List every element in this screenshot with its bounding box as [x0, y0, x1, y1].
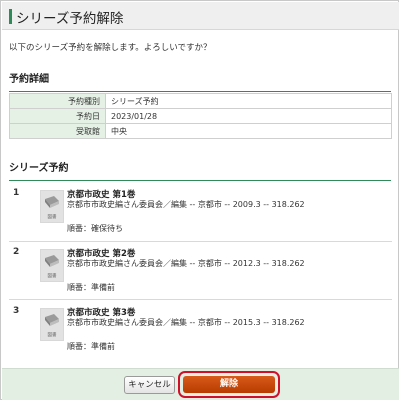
item-metadata: 京都市市政史編さん委員会／編集 -- 京都市 -- 2015.3 -- 318.… [67, 318, 305, 327]
item-metadata: 京都市市政史編さん委員会／編集 -- 京都市 -- 2009.3 -- 318.… [67, 200, 305, 209]
series-list-item: 3 図書 京都市政史 第3巻 京都市市政史編さん委員会／編集 -- 京都市 --… [9, 306, 392, 363]
book-icon [45, 196, 59, 208]
series-list-item: 2 図書 京都市政史 第2巻 京都市市政史編さん委員会／編集 -- 京都市 --… [9, 247, 392, 304]
details-row-type: 予約種別 シリーズ予約 [9, 93, 392, 109]
cancel-button[interactable]: キャンセル [124, 376, 175, 394]
title-accent-bar [9, 9, 12, 24]
item-title[interactable]: 京都市政史 第2巻 [67, 247, 135, 259]
book-thumbnail: 図書 [40, 249, 64, 282]
item-status: 順番：確保待ち [67, 224, 123, 233]
book-thumbnail: 図書 [40, 190, 64, 223]
thumbnail-caption: 図書 [47, 215, 57, 220]
book-icon [45, 314, 59, 326]
details-value: 2023/01/28 [105, 108, 392, 124]
confirmation-message: 以下のシリーズ予約を解除します。よろしいですか？ [9, 43, 212, 53]
page-title: シリーズ予約解除 [16, 11, 124, 27]
details-label: 予約種別 [9, 93, 106, 109]
book-thumbnail: 図書 [40, 308, 64, 341]
details-label: 予約日 [9, 108, 106, 124]
item-title[interactable]: 京都市政史 第1巻 [67, 188, 135, 200]
details-row-pickup: 受取館 中央 [9, 123, 392, 139]
item-divider [9, 299, 392, 300]
item-number: 1 [13, 188, 20, 198]
item-status: 順番：準備前 [67, 342, 115, 351]
thumbnail-caption: 図書 [47, 274, 57, 279]
item-status: 順番：準備前 [67, 283, 115, 292]
details-value: シリーズ予約 [105, 93, 392, 109]
series-reservation-heading: シリーズ予約 [9, 159, 391, 181]
details-label: 受取館 [9, 123, 106, 139]
release-button[interactable]: 解除 [183, 376, 275, 393]
series-list-item: 1 図書 京都市政史 第1巻 京都市市政史編さん委員会／編集 -- 京都市 --… [9, 188, 392, 245]
thumbnail-caption: 図書 [47, 333, 57, 338]
details-value: 中央 [105, 123, 392, 139]
dialog-frame: シリーズ予約解除 以下のシリーズ予約を解除します。よろしいですか？ 予約詳細 予… [0, 0, 399, 400]
item-divider [9, 241, 392, 242]
action-footer: キャンセル 解除 [2, 368, 399, 400]
item-number: 2 [13, 247, 20, 257]
release-button-highlight: 解除 [178, 371, 280, 398]
book-icon [45, 255, 59, 267]
item-number: 3 [13, 306, 20, 316]
item-metadata: 京都市市政史編さん委員会／編集 -- 京都市 -- 2012.3 -- 318.… [67, 259, 305, 268]
reservation-details-table: 予約種別 シリーズ予約 予約日 2023/01/28 受取館 中央 [9, 93, 392, 139]
title-bar: シリーズ予約解除 [2, 2, 399, 30]
reservation-details-heading: 予約詳細 [9, 70, 391, 92]
details-row-date: 予約日 2023/01/28 [9, 108, 392, 124]
item-title[interactable]: 京都市政史 第3巻 [67, 306, 135, 318]
